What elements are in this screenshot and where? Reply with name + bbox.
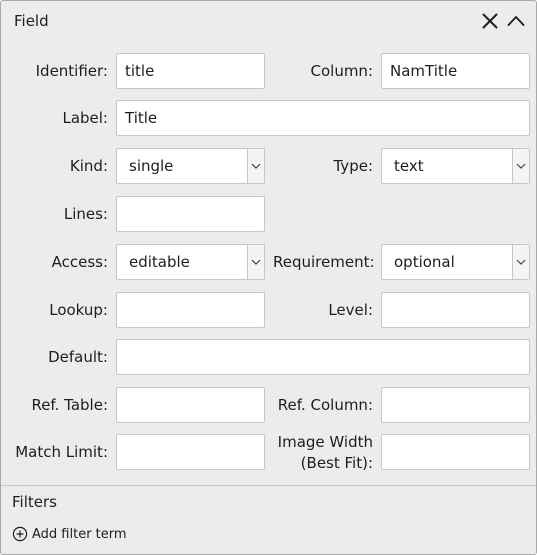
- kind-value: single: [129, 157, 174, 175]
- type-select[interactable]: text: [381, 148, 530, 184]
- image-width-field[interactable]: [381, 434, 530, 470]
- type-label: Type:: [333, 157, 373, 175]
- identifier-label: Identifier:: [35, 62, 108, 80]
- chevron-up-icon: [507, 16, 525, 26]
- ref-table-field[interactable]: [116, 387, 265, 423]
- ref-table-label: Ref. Table:: [31, 396, 108, 414]
- close-icon: [482, 13, 498, 29]
- lookup-label: Lookup:: [49, 301, 108, 319]
- panel-header: Field: [1, 1, 536, 41]
- ref-column-label: Ref. Column:: [277, 396, 373, 414]
- requirement-label: Requirement:: [273, 253, 375, 271]
- kind-select[interactable]: single: [116, 148, 265, 184]
- lines-label: Lines:: [63, 205, 108, 223]
- collapse-button[interactable]: [506, 11, 526, 31]
- label-field[interactable]: Title: [116, 100, 530, 136]
- filters-heading: Filters: [12, 493, 57, 511]
- panel-title: Field: [14, 12, 49, 30]
- requirement-dropdown-button[interactable]: [512, 245, 529, 279]
- default-field[interactable]: [116, 339, 530, 375]
- lookup-field[interactable]: [116, 292, 265, 328]
- column-field[interactable]: NamTitle: [381, 53, 530, 89]
- chevron-down-icon: [516, 259, 526, 265]
- image-width-label: Image Width (Best Fit):: [273, 432, 373, 474]
- match-limit-field[interactable]: [116, 434, 265, 470]
- close-button[interactable]: [480, 11, 500, 31]
- image-width-label-line1: Image Width: [277, 433, 373, 451]
- kind-label: Kind:: [69, 157, 108, 175]
- type-value: text: [394, 157, 424, 175]
- column-value: NamTitle: [390, 62, 458, 80]
- plus-circle-icon: [12, 526, 28, 542]
- access-select[interactable]: editable: [116, 244, 265, 280]
- column-label: Column:: [310, 62, 374, 80]
- chevron-down-icon: [251, 259, 261, 265]
- default-label: Default:: [48, 348, 108, 366]
- identifier-field[interactable]: title: [116, 53, 265, 89]
- chevron-down-icon: [516, 163, 526, 169]
- label-value: Title: [125, 109, 158, 127]
- level-field[interactable]: [381, 292, 530, 328]
- level-label: Level:: [328, 301, 373, 319]
- lines-field[interactable]: [116, 196, 265, 232]
- image-width-label-line2: (Best Fit):: [300, 454, 373, 472]
- add-filter-term-label: Add filter term: [32, 527, 127, 542]
- ref-column-field[interactable]: [381, 387, 530, 423]
- label-label: Label:: [62, 109, 108, 127]
- chevron-down-icon: [251, 163, 261, 169]
- requirement-value: optional: [394, 253, 455, 271]
- access-dropdown-button[interactable]: [247, 245, 264, 279]
- identifier-value: title: [125, 62, 155, 80]
- section-divider: [1, 485, 536, 486]
- type-dropdown-button[interactable]: [512, 149, 529, 183]
- access-value: editable: [129, 253, 190, 271]
- match-limit-label: Match Limit:: [15, 443, 108, 461]
- requirement-select[interactable]: optional: [381, 244, 530, 280]
- kind-dropdown-button[interactable]: [247, 149, 264, 183]
- field-panel: Field Identifier: title Column: NamTitle…: [0, 0, 537, 555]
- access-label: Access:: [51, 253, 108, 271]
